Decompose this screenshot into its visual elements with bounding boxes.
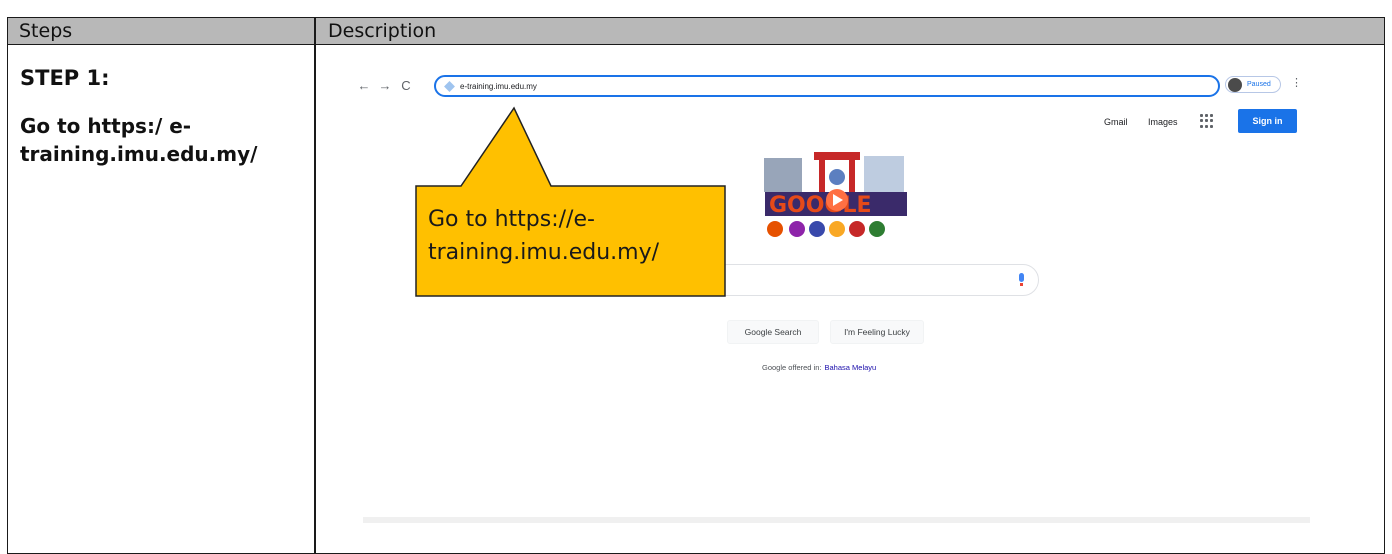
column-divider [314, 18, 316, 553]
offered-in-label: Google offered in: [762, 363, 822, 372]
header-steps: Steps [19, 20, 73, 42]
callout-text: Go to https://e- training.imu.edu.my/ [428, 207, 659, 265]
sign-in-button[interactable]: Sign in [1238, 109, 1297, 133]
table-header-row: Steps Description [8, 18, 1384, 45]
forward-arrow-icon[interactable]: → [376, 78, 394, 93]
apps-grid-icon[interactable] [1200, 114, 1214, 128]
reload-icon[interactable]: C [397, 78, 415, 93]
images-link[interactable]: Images [1148, 117, 1178, 127]
profile-button[interactable]: Paused [1225, 76, 1281, 93]
back-arrow-icon[interactable]: ← [355, 78, 373, 93]
site-info-icon[interactable] [444, 80, 455, 92]
callout-box: Go to https://e- training.imu.edu.my/ [415, 106, 726, 297]
doodle-text: GOOGLE [769, 193, 872, 218]
address-bar[interactable]: e-training.imu.edu.my [434, 75, 1220, 97]
profile-status-label: Paused [1247, 81, 1271, 88]
google-search-button[interactable]: Google Search [727, 320, 819, 344]
header-description: Description [328, 20, 437, 42]
avatar [1228, 77, 1242, 92]
search-input[interactable] [711, 264, 1039, 296]
step-cell: STEP 1: Go to https:/ e- training.imu.ed… [20, 66, 305, 168]
step-title: STEP 1: [20, 66, 110, 90]
more-menu-icon[interactable]: ⋮ [1291, 76, 1302, 89]
language-offer: Google offered in: Bahasa Melayu [762, 363, 876, 372]
feeling-lucky-button[interactable]: I'm Feeling Lucky [830, 320, 924, 344]
microphone-icon[interactable] [1019, 273, 1024, 286]
page-footer-bar [363, 517, 1310, 523]
step-text: Go to https:/ e- training.imu.edu.my/ [20, 114, 258, 166]
address-bar-url: e-training.imu.edu.my [460, 81, 537, 91]
language-link[interactable]: Bahasa Melayu [825, 363, 877, 372]
gmail-link[interactable]: Gmail [1104, 117, 1128, 127]
google-doodle[interactable]: GOOGLE [759, 152, 909, 242]
